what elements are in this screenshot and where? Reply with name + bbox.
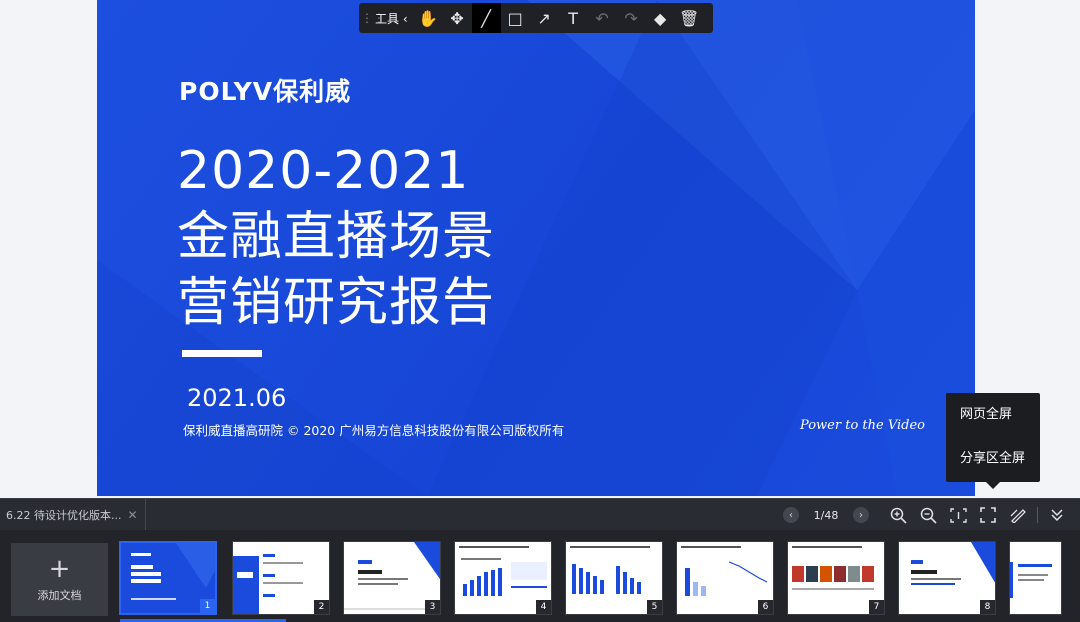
polyv-logo: POLYV保利威	[179, 77, 352, 106]
menu-pointer	[986, 482, 1000, 489]
drag-handle-icon[interactable]: ⋮⋮	[361, 11, 385, 25]
undo-icon[interactable]: ↶	[588, 3, 617, 33]
fit-width-icon[interactable]	[943, 499, 973, 531]
thumbnail-strip: + 添加文档 1 2 3 4 5 6 7 8	[0, 530, 1080, 622]
share-area-fullscreen-option[interactable]: 分享区全屏	[946, 437, 1040, 481]
annotation-toggle-icon[interactable]	[1003, 499, 1033, 531]
zoom-out-icon[interactable]	[913, 499, 943, 531]
fullscreen-menu: 网页全屏 分享区全屏	[946, 393, 1040, 489]
slide-thumbnail[interactable]: 6	[676, 541, 774, 615]
thumbnail-number: 8	[980, 600, 995, 614]
plus-icon: +	[48, 553, 71, 584]
document-controlbar: 6.22 待设计优化版本... ✕ ‹ 1/48 ›	[0, 498, 1080, 531]
pen-icon[interactable]: ╱	[471, 3, 501, 33]
slide-title-line3: 营销研究报告	[177, 273, 496, 333]
slide-thumbnail[interactable]	[1009, 541, 1062, 615]
document-stage: POLYV保利威 2020-2021 金融直播场景 营销研究报告 2021.06…	[0, 0, 1080, 498]
slide-thumbnail[interactable]: 2	[232, 541, 330, 615]
slide-date: 2021.06	[187, 384, 287, 412]
redo-icon[interactable]: ↷	[617, 3, 646, 33]
thumbnail-number: 3	[425, 600, 440, 614]
next-page-button[interactable]: ›	[853, 507, 869, 523]
add-document-button[interactable]: + 添加文档	[11, 543, 108, 616]
trash-icon[interactable]: 🗑	[675, 3, 704, 33]
thumbnail-number: 7	[869, 600, 884, 614]
document-tab-name: 6.22 待设计优化版本...	[6, 508, 122, 522]
annotation-toolbar: ⋮⋮ 工具 ‹ ✋ ✥ ╱ □ ↗ T ↶ ↷ ◆ 🗑	[359, 3, 713, 33]
web-fullscreen-option[interactable]: 网页全屏	[946, 393, 1040, 437]
rectangle-icon[interactable]: □	[501, 3, 530, 33]
slide-canvas[interactable]: POLYV保利威 2020-2021 金融直播场景 营销研究报告 2021.06…	[97, 0, 975, 496]
page-controls: ‹ 1/48 ›	[783, 499, 1072, 531]
thumbnail-number: 6	[758, 600, 773, 614]
slide-title-year: 2020-2021	[177, 141, 470, 201]
move-icon[interactable]: ✥	[443, 3, 472, 33]
slide-thumbnail[interactable]: 7	[787, 541, 885, 615]
zoom-in-icon[interactable]	[883, 499, 913, 531]
document-tab[interactable]: 6.22 待设计优化版本... ✕	[0, 498, 146, 531]
arrow-icon[interactable]: ↗	[530, 3, 559, 33]
thumbnail-number: 2	[314, 600, 329, 614]
collapse-strip-icon[interactable]	[1042, 499, 1072, 531]
slide-tagline: Power to the Video	[800, 418, 925, 433]
title-underline-bar	[182, 350, 262, 357]
page-indicator: 1/48	[813, 508, 839, 522]
tools-collapse-button[interactable]: 工具 ‹	[375, 10, 408, 27]
eraser-icon[interactable]: ◆	[646, 3, 675, 33]
slide-thumbnail[interactable]: 8	[898, 541, 996, 615]
slide-thumbnail[interactable]: 5	[565, 541, 663, 615]
prev-page-button[interactable]: ‹	[783, 507, 799, 523]
slide-thumbnail[interactable]: 1	[119, 541, 217, 615]
slide-thumbnail[interactable]: 4	[454, 541, 552, 615]
hand-icon[interactable]: ✋	[414, 3, 443, 33]
add-document-label: 添加文档	[37, 588, 82, 602]
slide-copyright: 保利威直播高研院 © 2020 广州易方信息科技股份有限公司版权所有	[183, 423, 565, 438]
fullscreen-icon[interactable]	[973, 499, 1003, 531]
divider	[1037, 507, 1038, 523]
thumbnail-preview	[1010, 542, 1061, 614]
slide-thumbnail[interactable]: 3	[343, 541, 441, 615]
thumbnail-number: 5	[647, 600, 662, 614]
slide-title-line2: 金融直播场景	[177, 207, 496, 267]
thumbnail-number: 1	[200, 599, 215, 613]
text-icon[interactable]: T	[559, 3, 588, 33]
close-icon[interactable]: ✕	[127, 508, 137, 522]
thumbnail-number: 4	[536, 600, 551, 614]
